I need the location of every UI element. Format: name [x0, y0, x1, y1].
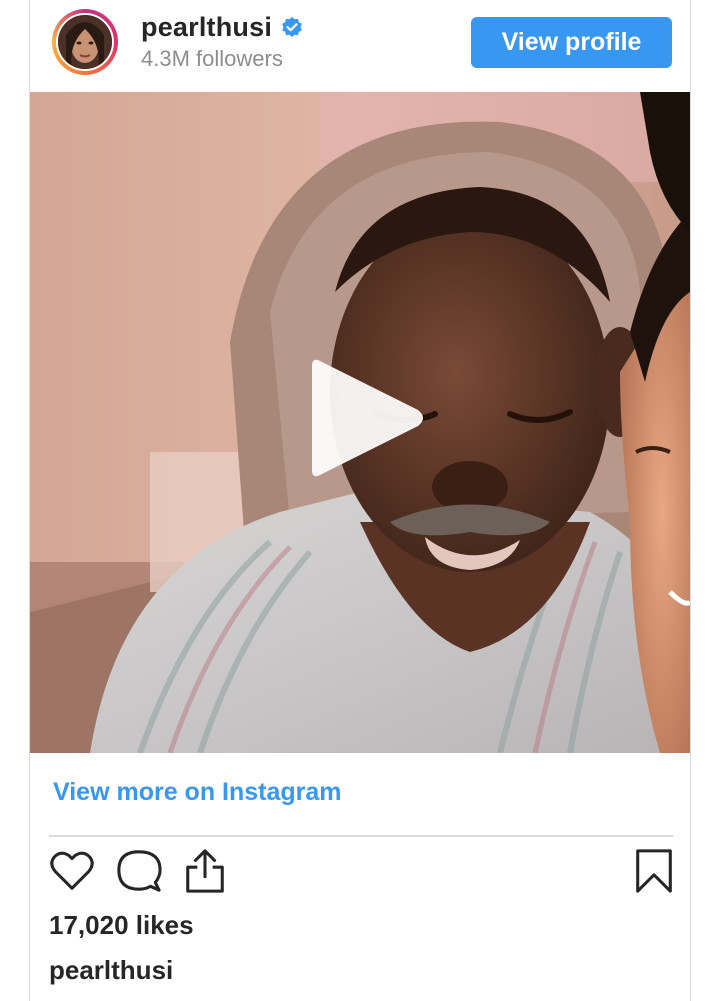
- view-more-on-instagram-link[interactable]: View more on Instagram: [53, 778, 342, 807]
- view-profile-button[interactable]: View profile: [471, 17, 672, 68]
- divider: [49, 835, 673, 837]
- avatar-image: [58, 15, 112, 69]
- bookmark-icon[interactable]: [631, 848, 677, 894]
- verified-badge-icon: [282, 16, 302, 37]
- post-header: pearlthusi 4.3M followers View profile: [30, 0, 690, 92]
- heart-icon[interactable]: [49, 848, 95, 894]
- avatar-story-ring[interactable]: [52, 9, 118, 75]
- share-icon[interactable]: [182, 848, 228, 894]
- follower-count: 4.3M followers: [141, 46, 283, 71]
- likes-count[interactable]: 17,020 likes: [49, 910, 194, 941]
- caption-username[interactable]: pearlthusi: [49, 955, 173, 986]
- avatar[interactable]: [56, 13, 114, 71]
- username-row: pearlthusi: [141, 12, 304, 43]
- play-icon[interactable]: [308, 358, 428, 478]
- instagram-embed-card: pearlthusi 4.3M followers View profile V…: [29, 0, 691, 1001]
- action-bar: [49, 848, 673, 898]
- username[interactable]: pearlthusi: [141, 12, 272, 43]
- comment-bubble-icon[interactable]: [116, 848, 162, 894]
- video-player[interactable]: [30, 92, 690, 753]
